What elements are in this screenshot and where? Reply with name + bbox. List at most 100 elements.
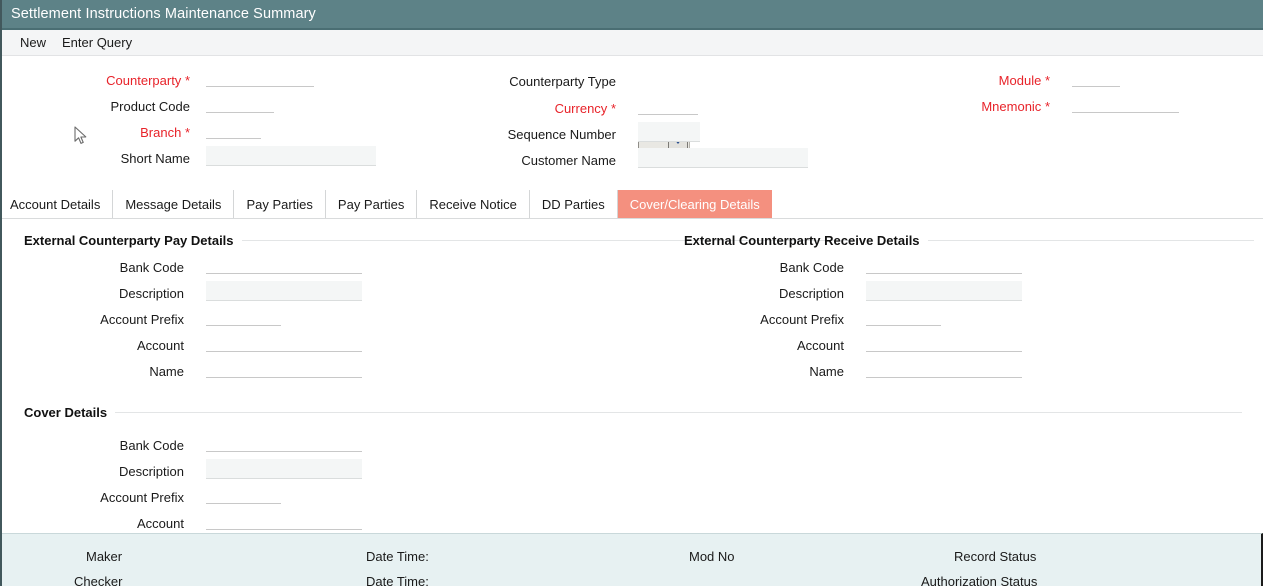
- field-label-customer-name: Customer Name: [521, 152, 616, 168]
- field-label-receive-account: Account: [797, 337, 844, 353]
- field-label-mnemonic: Mnemonic *: [981, 98, 1050, 114]
- field-label-cover-account-prefix: Account Prefix: [100, 489, 184, 505]
- section-title: External Counterparty Pay Details: [24, 233, 234, 248]
- field-receive-bank-code: Bank Code: [674, 257, 844, 277]
- tab-cover-clearing-details[interactable]: Cover/Clearing Details: [617, 190, 772, 218]
- audit-footer: Maker Date Time: Mod No Record Status Ch…: [2, 533, 1263, 586]
- tab-dd-parties[interactable]: DD Parties: [530, 190, 618, 218]
- tab-label: Pay Parties: [246, 196, 313, 212]
- menu-item-enter-query[interactable]: Enter Query: [54, 35, 140, 50]
- field-sequence-number: Sequence Number: [422, 124, 616, 144]
- field-label-pay-description: Description: [118, 285, 184, 301]
- menu-bar: New Enter Query: [2, 30, 1263, 56]
- field-label-currency: Currency *: [554, 100, 616, 116]
- section-header-external-counterparty-receive-details: External Counterparty Receive Details: [684, 233, 1254, 248]
- field-product-code: Product Code: [14, 96, 191, 116]
- footer-label-mod-no: Mod No: [689, 549, 735, 564]
- tab-label: Receive Notice: [429, 196, 517, 212]
- tab-label: Message Details: [125, 196, 222, 212]
- field-label-pay-bank-code: Bank Code: [119, 259, 184, 275]
- field-pay-description: Description: [14, 283, 184, 303]
- pay-description-input[interactable]: [206, 281, 362, 301]
- field-label-module: Module *: [998, 72, 1050, 88]
- footer-label-checker-date-time: Date Time:: [366, 574, 429, 586]
- field-customer-name: Customer Name: [422, 150, 616, 170]
- footer-label-record-status: Record Status: [954, 549, 1037, 564]
- field-counterparty: Counterparty *: [14, 70, 190, 90]
- field-label-counterparty-type: Counterparty Type: [509, 73, 616, 89]
- field-receive-name: Name: [674, 361, 844, 381]
- field-label-cover-account: Account: [137, 515, 184, 531]
- field-cover-description: Description: [14, 461, 184, 481]
- field-short-name: Short Name: [14, 148, 190, 168]
- field-label-cover-bank-code: Bank Code: [119, 437, 184, 453]
- title-bar: Settlement Instructions Maintenance Summ…: [2, 0, 1263, 30]
- tab-account-details[interactable]: Account Details: [2, 190, 114, 218]
- footer-label-checker: Checker: [74, 574, 123, 586]
- field-receive-description: Description: [674, 283, 844, 303]
- field-label-receive-description: Description: [778, 285, 844, 301]
- tab-label: Pay Parties: [337, 196, 405, 212]
- field-cover-account-prefix: Account Prefix: [14, 487, 184, 507]
- tab-pay-parties-1[interactable]: Pay Parties: [234, 190, 326, 218]
- field-receive-account-prefix: Account Prefix: [674, 309, 844, 329]
- receive-name-input[interactable]: [866, 361, 1022, 378]
- footer-label-authorization-status: Authorization Status: [921, 574, 1038, 586]
- field-label-sequence-number: Sequence Number: [507, 126, 616, 142]
- cover-account-prefix-input[interactable]: [206, 487, 281, 504]
- pay-account-prefix-input[interactable]: [206, 309, 281, 326]
- tab-label: Cover/Clearing Details: [629, 196, 760, 212]
- tab-message-details[interactable]: Message Details: [113, 190, 235, 218]
- tab-label: Account Details: [10, 196, 101, 212]
- tab-bar: Account Details Message Details Pay Part…: [2, 190, 1263, 219]
- sequence-number-input[interactable]: [638, 122, 700, 142]
- field-label-product-code: Product Code: [110, 98, 191, 114]
- section-rule: [927, 240, 1254, 241]
- field-label-receive-bank-code: Bank Code: [779, 259, 844, 275]
- field-pay-account-prefix: Account Prefix: [14, 309, 184, 329]
- footer-label-maker-date-time: Date Time:: [366, 549, 429, 564]
- cover-description-input[interactable]: [206, 459, 362, 479]
- product-code-input[interactable]: [206, 96, 274, 113]
- field-counterparty-type: Counterparty Type: [422, 71, 616, 91]
- module-input[interactable]: [1072, 70, 1120, 87]
- section-title: External Counterparty Receive Details: [684, 233, 920, 248]
- field-label-receive-account-prefix: Account Prefix: [760, 311, 844, 327]
- field-label-pay-name: Name: [149, 363, 184, 379]
- pay-bank-code-input[interactable]: [206, 257, 362, 274]
- customer-name-input[interactable]: [638, 148, 808, 168]
- section-title: Cover Details: [24, 405, 108, 420]
- cover-bank-code-input[interactable]: [206, 435, 362, 452]
- branch-input[interactable]: [206, 122, 261, 139]
- field-label-counterparty: Counterparty *: [106, 72, 190, 88]
- application-window: Settlement Instructions Maintenance Summ…: [0, 0, 1263, 586]
- header-form: Counterparty * Product Code Branch * Sho…: [2, 56, 1263, 188]
- field-cover-bank-code: Bank Code: [14, 435, 184, 455]
- section-rule: [115, 412, 1242, 413]
- mnemonic-input[interactable]: [1072, 96, 1179, 113]
- receive-account-prefix-input[interactable]: [866, 309, 941, 326]
- tab-pay-parties-2[interactable]: Pay Parties: [326, 190, 418, 218]
- receive-bank-code-input[interactable]: [866, 257, 1022, 274]
- tab-panel-cover-clearing-details: External Counterparty Pay Details Bank C…: [2, 219, 1263, 571]
- tab-label: DD Parties: [541, 196, 605, 212]
- cover-account-input[interactable]: [206, 513, 362, 530]
- section-header-cover-details: Cover Details: [24, 405, 1242, 420]
- counterparty-input[interactable]: [206, 70, 314, 87]
- field-currency: Currency *: [422, 98, 616, 118]
- field-label-pay-account: Account: [137, 337, 184, 353]
- currency-input[interactable]: [638, 98, 698, 115]
- field-cover-account: Account: [14, 513, 184, 533]
- menu-item-new[interactable]: New: [12, 35, 54, 50]
- receive-description-input[interactable]: [866, 281, 1022, 301]
- field-pay-account: Account: [14, 335, 184, 355]
- tab-receive-notice[interactable]: Receive Notice: [417, 190, 530, 218]
- pay-account-input[interactable]: [206, 335, 362, 352]
- pay-name-input[interactable]: [206, 361, 362, 378]
- field-label-pay-account-prefix: Account Prefix: [100, 311, 184, 327]
- field-pay-bank-code: Bank Code: [14, 257, 184, 277]
- field-pay-name: Name: [14, 361, 184, 381]
- receive-account-input[interactable]: [866, 335, 1022, 352]
- field-label-branch: Branch *: [140, 124, 190, 140]
- short-name-input[interactable]: [206, 146, 376, 166]
